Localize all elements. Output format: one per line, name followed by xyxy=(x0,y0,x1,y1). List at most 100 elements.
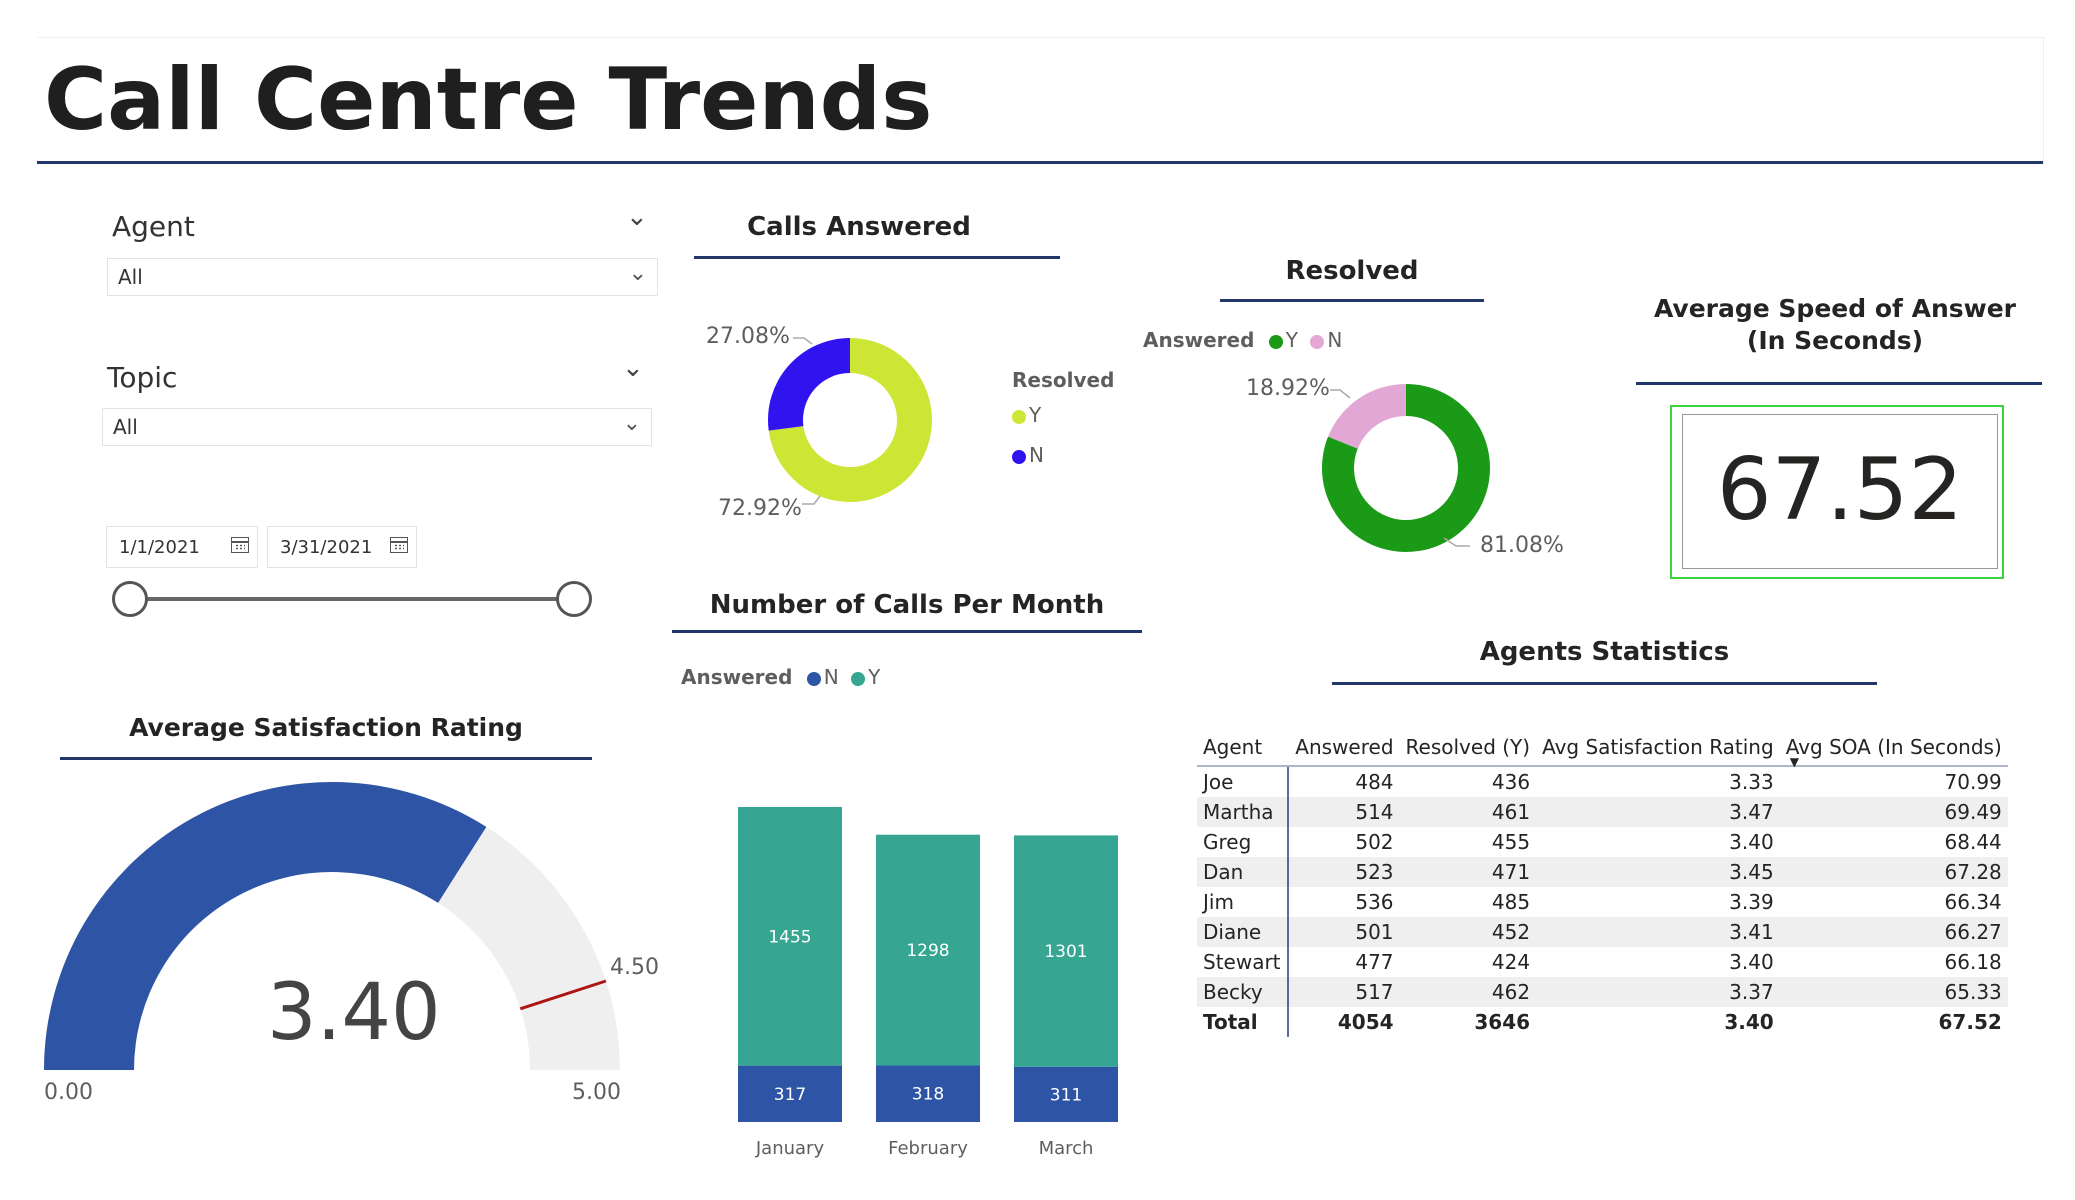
table-cell: Stewart xyxy=(1197,947,1289,977)
x-tick-label: March xyxy=(1039,1138,1094,1159)
agents-stats-table: Agent Answered Resolved (Y) Avg Satisfac… xyxy=(1197,729,2008,1037)
agents-stats-rule xyxy=(1332,682,1877,685)
x-tick-label: February xyxy=(888,1138,968,1159)
table-total-row[interactable]: Total 4054 3646 3.40 67.52 xyxy=(1197,1007,2008,1037)
table-cell: 68.44 xyxy=(1944,830,2002,854)
table-cell: 67.28 xyxy=(1779,857,2008,887)
header-divider xyxy=(37,161,2043,164)
table-cell: Total xyxy=(1197,1007,1289,1037)
col-header-resolved[interactable]: Resolved (Y) xyxy=(1399,729,1537,767)
gauge-target-label: 4.50 xyxy=(610,955,659,980)
agent-slicer-collapse-icon[interactable]: ⌄ xyxy=(626,202,648,232)
col-header-agent[interactable]: Agent xyxy=(1197,729,1288,767)
legend-item-y[interactable]: Y xyxy=(851,665,880,689)
topic-slicer-collapse-icon[interactable]: ⌄ xyxy=(622,353,644,383)
legend-label: Y xyxy=(868,665,881,689)
date-slider-end-handle[interactable] xyxy=(556,581,592,617)
table-cell: 461 xyxy=(1399,797,1537,827)
sort-desc-icon[interactable]: ▼ xyxy=(1790,755,1799,769)
end-date-input[interactable]: 3/31/2021 xyxy=(267,526,417,568)
col-header-avg-soa[interactable]: ▼ Avg SOA (In Seconds) xyxy=(1779,729,2008,769)
table-row[interactable]: Stewart 477 424 3.40 66.18 xyxy=(1197,947,2008,977)
table-cell: 3.45 xyxy=(1536,857,1780,887)
asa-value: 67.52 xyxy=(1716,440,1964,540)
table-row[interactable]: Greg 502 455 3.40 68.44 xyxy=(1197,827,2008,857)
calls-per-month-title: Number of Calls Per Month xyxy=(709,590,1105,620)
x-tick-label: January xyxy=(755,1138,825,1159)
date-slider-start-handle[interactable] xyxy=(112,581,148,617)
legend-dot-icon xyxy=(806,671,821,686)
date-range-slider-track[interactable] xyxy=(130,597,574,601)
data-label-y: 1455 xyxy=(768,927,811,947)
legend-label: Y xyxy=(1285,328,1298,352)
donut-slice-n[interactable] xyxy=(768,338,850,431)
table-cell: 501 xyxy=(1287,917,1400,947)
table-cell: 69.49 xyxy=(1779,797,2008,827)
table-cell: 436 xyxy=(1491,770,1531,794)
gauge-value: 3.40 xyxy=(267,968,441,1058)
table-cell: 477 xyxy=(1355,950,1394,974)
legend-item-n[interactable]: N xyxy=(806,665,839,689)
calls-answered-title: Calls Answered xyxy=(747,212,971,242)
table-cell: 3.40 xyxy=(1724,1010,1774,1034)
table-row[interactable]: Dan 523 471 3.45 67.28 xyxy=(1197,857,2008,887)
topic-dropdown[interactable]: All ⌄ xyxy=(102,408,652,446)
table-row[interactable]: Becky 517 462 3.37 65.33 xyxy=(1197,977,2008,1007)
topic-dropdown-value: All xyxy=(113,415,138,439)
resolved-title: Resolved xyxy=(1285,256,1419,286)
table-row[interactable]: Diane 501 452 3.41 66.27 xyxy=(1197,917,2008,947)
resolved-pct-y: 81.08% xyxy=(1480,533,1564,558)
legend-item-n[interactable]: N xyxy=(1012,443,1044,467)
legend-dot-icon xyxy=(1310,334,1325,349)
legend-dot-icon xyxy=(851,671,866,686)
legend-dot-icon xyxy=(1012,449,1026,464)
legend-dot-icon xyxy=(1268,334,1283,349)
table-cell: 3.40 xyxy=(1729,950,1774,974)
gauge-max-label: 5.00 xyxy=(572,1080,621,1105)
data-label-y: 1301 xyxy=(1044,942,1087,962)
table-cell: 4054 xyxy=(1337,1010,1394,1034)
table-cell: 471 xyxy=(1399,857,1537,887)
col-header-avg-soa-label: Avg SOA (In Seconds) xyxy=(1785,735,2002,759)
table-row[interactable]: Joe 484 436 3.33 70.99 xyxy=(1197,766,2008,797)
data-label-n: 317 xyxy=(774,1085,806,1105)
table-cell: 523 xyxy=(1287,857,1400,887)
agent-dropdown[interactable]: All ⌄ xyxy=(107,258,658,296)
table-cell: 484 xyxy=(1355,770,1394,794)
start-date-input[interactable]: 1/1/2021 xyxy=(106,526,258,568)
table-row[interactable]: Jim 536 485 3.39 66.34 xyxy=(1197,887,2008,917)
table-cell: 66.27 xyxy=(1779,917,2008,947)
legend-item-y[interactable]: Y xyxy=(1012,403,1041,427)
agent-slicer-label: Agent xyxy=(112,210,195,243)
table-cell: 536 xyxy=(1355,890,1394,914)
calendar-icon[interactable] xyxy=(390,537,408,553)
col-header-answered[interactable]: Answered xyxy=(1287,729,1400,767)
data-label-n: 311 xyxy=(1050,1085,1082,1105)
agents-stats-table-container: Agent Answered Resolved (Y) Avg Satisfac… xyxy=(1197,729,2008,1037)
col-header-avg-satisfaction[interactable]: Avg Satisfaction Rating xyxy=(1536,729,1780,767)
calls-answered-legend-title: Resolved xyxy=(1012,368,1115,392)
table-cell: 517 xyxy=(1287,977,1400,1007)
topic-slicer-label: Topic xyxy=(107,361,178,394)
data-label-n: 318 xyxy=(912,1085,944,1105)
table-cell: 3.39 xyxy=(1729,890,1774,914)
calls-answered-pct-n: 27.08% xyxy=(706,324,790,349)
legend-label: Y xyxy=(1029,403,1042,427)
table-cell: 3646 xyxy=(1474,1010,1531,1034)
data-label-y: 1298 xyxy=(906,941,949,961)
gauge-min-label: 0.00 xyxy=(44,1080,93,1105)
legend-item-n[interactable]: N xyxy=(1310,328,1342,352)
legend-item-y[interactable]: Y xyxy=(1268,328,1298,352)
calls-answered-rule xyxy=(694,256,1060,259)
table-cell: 3.41 xyxy=(1536,917,1780,947)
table-cell: 455 xyxy=(1491,830,1531,854)
donut-slice-n[interactable] xyxy=(1328,384,1406,449)
calendar-icon[interactable] xyxy=(231,537,249,553)
table-cell: Diane xyxy=(1197,917,1289,947)
legend-label: N xyxy=(823,665,839,689)
chevron-down-icon: ⌄ xyxy=(622,411,641,436)
table-row[interactable]: Martha 514 461 3.47 69.49 xyxy=(1197,797,2008,827)
asa-title: Average Speed of Answer (In Seconds) xyxy=(1630,293,2040,357)
calls-per-month-chart: 317 1455 January 318 1298 February 311 1301 Marc… xyxy=(738,806,1118,1159)
leader-line-n xyxy=(1330,389,1351,399)
